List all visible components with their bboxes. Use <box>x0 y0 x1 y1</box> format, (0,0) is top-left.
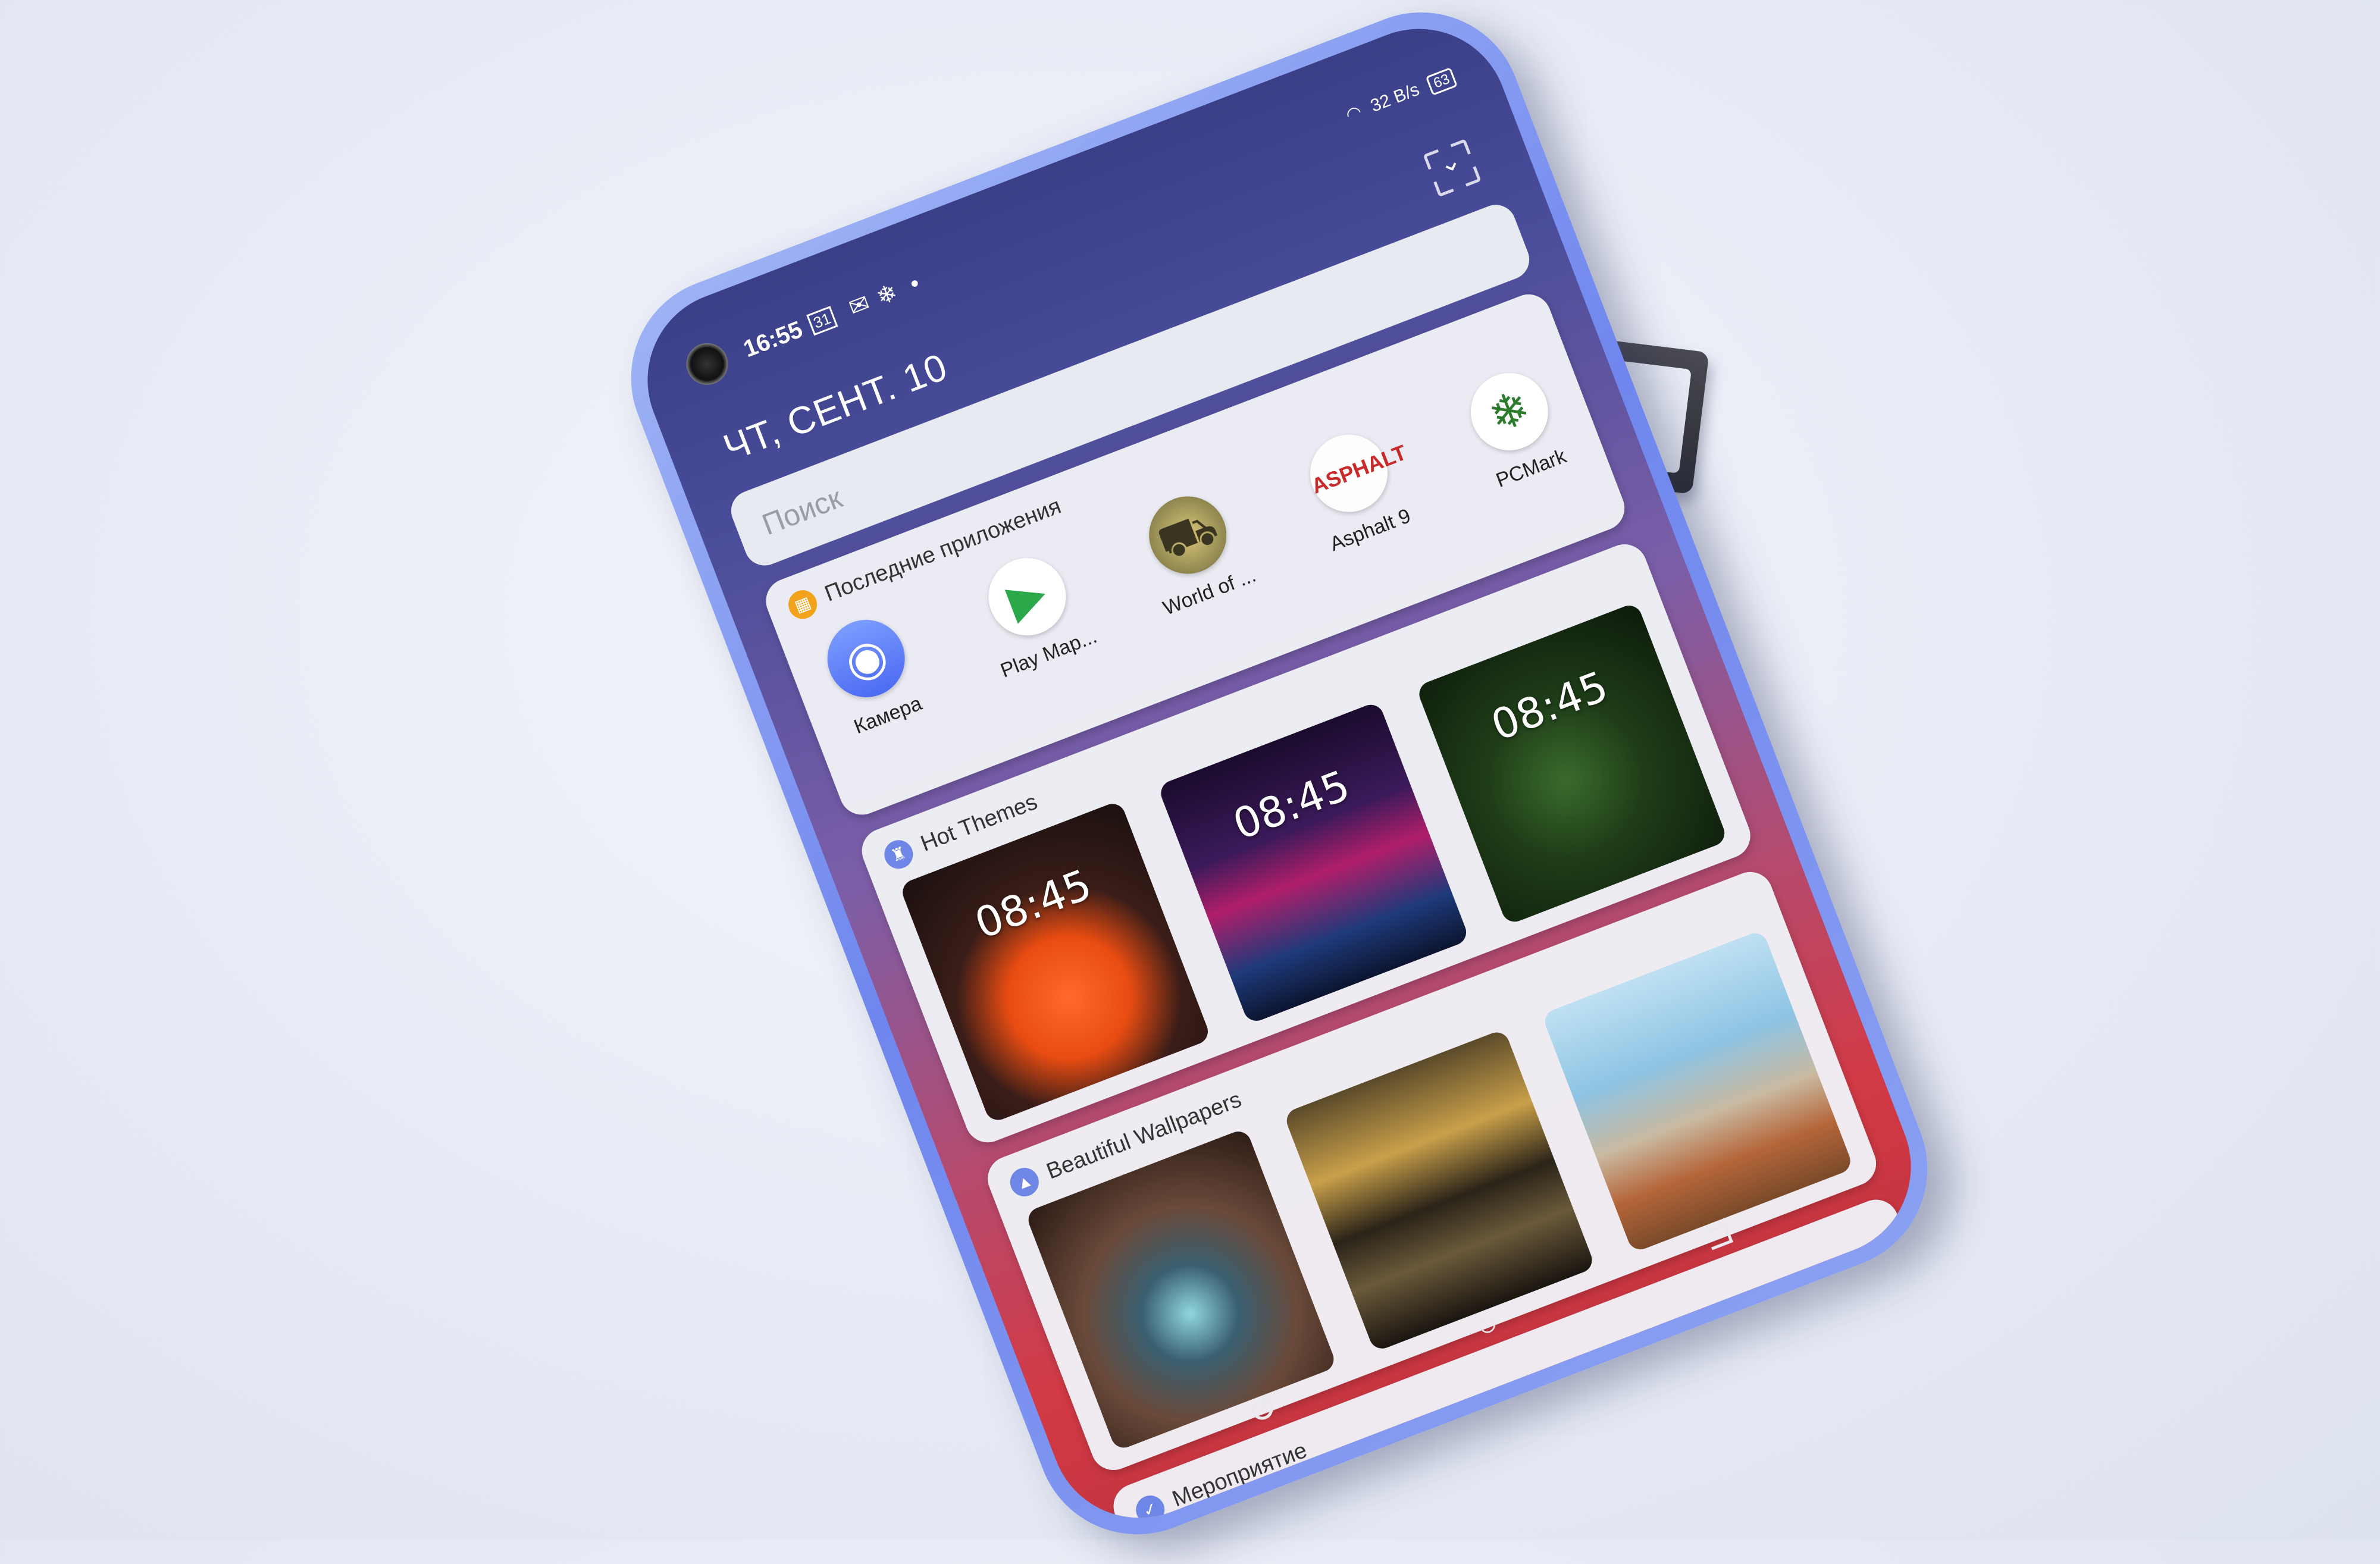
theme-clock: 08:45 <box>968 860 1098 949</box>
recents-button[interactable]: ⊐ <box>1697 1210 1740 1259</box>
front-camera <box>680 337 734 391</box>
app-label: PCMark <box>1493 444 1570 492</box>
apps-icon: ▦ <box>784 586 822 623</box>
event-icon: ✓ <box>1132 1491 1169 1528</box>
shirt-icon: ♜ <box>880 836 917 873</box>
theme-tile[interactable]: 08:45 <box>1415 601 1728 926</box>
phone: 16:55 31 ✉ ❄ • ◠ 32 B/s 63 ЧТ, СЕНТ. 10 … <box>602 0 1957 1564</box>
home-button[interactable]: ○ <box>1469 1300 1504 1346</box>
app-label: Play Map... <box>997 625 1100 682</box>
camera-icon: ◉ <box>816 609 916 709</box>
notification-dot-icon: • <box>906 269 923 297</box>
snowflake-icon: ❄ <box>873 279 901 311</box>
net-speed: 32 B/s <box>1367 79 1422 117</box>
app-play-market[interactable]: ▶ Play Map... <box>966 543 1100 683</box>
calendar-icon: 31 <box>806 306 838 336</box>
app-world-of-tanks[interactable]: ⛟ World of ... <box>1127 481 1261 621</box>
message-icon: ✉ <box>845 290 873 322</box>
battery-icon: 63 <box>1426 67 1458 96</box>
theme-clock: 08:45 <box>1226 760 1357 850</box>
theme-clock: 08:45 <box>1485 662 1615 751</box>
image-icon: ▲ <box>1006 1164 1043 1201</box>
app-label: Камера <box>850 692 925 739</box>
app-camera[interactable]: ◉ Камера <box>805 604 940 745</box>
status-right: ◠ 32 B/s 63 <box>1337 65 1458 129</box>
status-time: 16:55 <box>740 316 806 363</box>
app-pcmark[interactable]: ❄ PCMark <box>1448 358 1583 498</box>
tank-icon: ⛟ <box>1138 485 1238 585</box>
app-label: World of ... <box>1160 563 1260 620</box>
snowflake-icon: ❄ <box>1459 362 1559 462</box>
back-button[interactable]: ↺ <box>1242 1385 1285 1434</box>
app-label: Asphalt 9 <box>1327 504 1414 556</box>
search-input[interactable]: Поиск <box>757 480 847 542</box>
app-asphalt-9[interactable]: ASPHALT Asphalt 9 <box>1288 419 1422 560</box>
theme-tile[interactable]: 08:45 <box>1157 701 1470 1025</box>
play-store-icon: ▶ <box>977 547 1077 647</box>
asphalt-icon: ASPHALT <box>1298 423 1410 524</box>
wifi-icon: ◠ <box>1343 101 1365 126</box>
phone-screen: 16:55 31 ✉ ❄ • ◠ 32 B/s 63 ЧТ, СЕНТ. 10 … <box>621 2 1937 1544</box>
